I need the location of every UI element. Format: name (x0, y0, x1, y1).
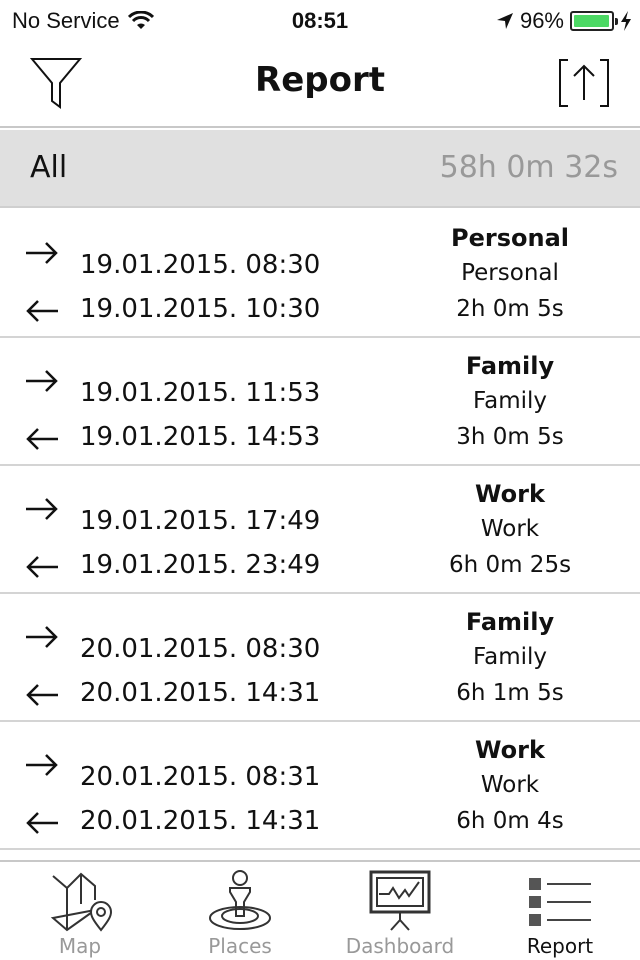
charging-bolt-icon (621, 11, 631, 31)
entry-category: Work (475, 736, 545, 764)
places-icon (209, 870, 271, 930)
entry-place: Family (472, 644, 547, 670)
filter-button[interactable] (28, 54, 84, 112)
summary-label: All (30, 150, 68, 185)
entry-category: Family (465, 352, 555, 380)
report-entry-row[interactable]: 19.01.2015. 11:53 19.01.2015. 14:53 Fami… (0, 338, 640, 466)
tab-places[interactable]: Places (160, 862, 320, 960)
arrival-datetime: 20.01.2015. 08:31 (80, 762, 321, 792)
navigation-bar: Report (0, 40, 640, 128)
battery-percent: 96% (519, 8, 564, 33)
status-bar: No Service 08:51 96% (0, 0, 640, 40)
entry-place: Personal (461, 260, 559, 286)
entry-category: Work (475, 480, 545, 508)
tab-bar: Map Places Dashboard Report (0, 860, 640, 960)
entry-duration: 3h 0m 5s (456, 424, 564, 450)
summary-total-duration: 58h 0m 32s (439, 150, 618, 185)
status-left: No Service (12, 8, 154, 34)
arrival-datetime: 19.01.2015. 17:49 (80, 506, 321, 536)
arrival-datetime: 19.01.2015. 11:53 (80, 378, 321, 408)
tab-label: Dashboard (345, 934, 455, 958)
arrival-arrow-icon (26, 498, 58, 520)
entry-category: Personal (451, 224, 569, 252)
arrival-arrow-icon (26, 370, 58, 392)
battery-tip (615, 18, 618, 25)
arrival-arrow-icon (26, 242, 58, 264)
departure-arrow-icon (26, 300, 58, 322)
location-arrow-icon (496, 13, 513, 29)
summary-row[interactable]: All 58h 0m 32s (0, 130, 640, 208)
entry-duration: 2h 0m 5s (456, 296, 564, 322)
export-button[interactable] (556, 54, 612, 112)
carrier-label: No Service (12, 8, 120, 33)
tab-map[interactable]: Map (0, 862, 160, 960)
tab-label: Places (208, 934, 272, 958)
report-entry-row[interactable]: 19.01.2015. 08:30 19.01.2015. 10:30 Pers… (0, 210, 640, 338)
page-title: Report (255, 60, 385, 100)
wifi-icon (127, 11, 154, 29)
filter-icon (30, 58, 82, 109)
map-icon (50, 872, 113, 932)
departure-datetime: 20.01.2015. 14:31 (80, 678, 321, 708)
report-list: 19.01.2015. 08:30 19.01.2015. 10:30 Pers… (0, 210, 640, 850)
departure-arrow-icon (26, 812, 58, 834)
arrival-datetime: 20.01.2015. 08:30 (80, 634, 321, 664)
share-export-icon (559, 59, 609, 107)
report-entry-row[interactable]: 20.01.2015. 08:31 20.01.2015. 14:31 Work… (0, 722, 640, 850)
report-rows: 19.01.2015. 08:30 19.01.2015. 10:30 Pers… (0, 210, 640, 850)
arrival-arrow-icon (26, 626, 58, 648)
departure-arrow-icon (26, 684, 58, 706)
departure-datetime: 19.01.2015. 10:30 (80, 294, 321, 324)
tab-dashboard[interactable]: Dashboard (320, 862, 480, 960)
tab-label: Report (526, 934, 594, 958)
departure-datetime: 19.01.2015. 14:53 (80, 422, 321, 452)
report-entry-row[interactable]: 20.01.2015. 08:30 20.01.2015. 14:31 Fami… (0, 594, 640, 722)
tab-report[interactable]: Report (480, 862, 640, 960)
entry-duration: 6h 0m 4s (456, 808, 564, 834)
departure-datetime: 19.01.2015. 23:49 (80, 550, 321, 580)
arrival-datetime: 19.01.2015. 08:30 (80, 250, 321, 280)
arrival-arrow-icon (26, 754, 58, 776)
report-list-icon (529, 878, 591, 926)
battery-level (574, 15, 609, 27)
departure-arrow-icon (26, 556, 58, 578)
status-right: 96% (496, 8, 632, 34)
departure-datetime: 20.01.2015. 14:31 (80, 806, 321, 836)
entry-duration: 6h 1m 5s (456, 680, 564, 706)
departure-arrow-icon (26, 428, 58, 450)
entry-place: Work (480, 516, 540, 542)
dashboard-icon (369, 870, 431, 931)
entry-duration: 6h 0m 25s (448, 552, 572, 578)
entry-category: Family (465, 608, 555, 636)
tab-label: Map (58, 934, 102, 958)
entry-place: Work (480, 772, 540, 798)
battery-icon (570, 11, 618, 31)
report-entry-row[interactable]: 19.01.2015. 17:49 19.01.2015. 23:49 Work… (0, 466, 640, 594)
entry-place: Family (472, 388, 547, 414)
